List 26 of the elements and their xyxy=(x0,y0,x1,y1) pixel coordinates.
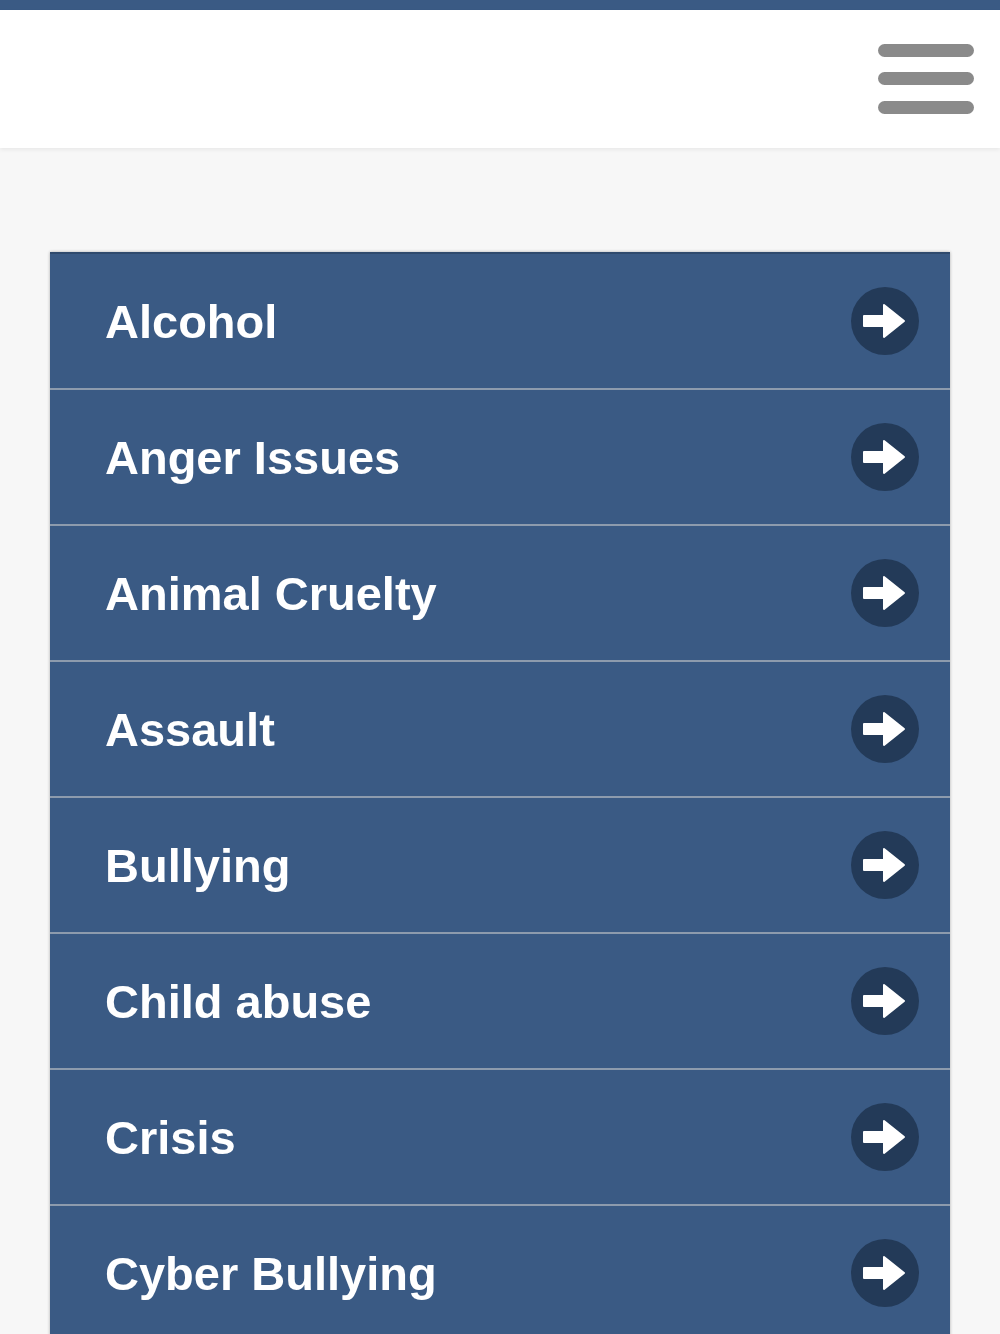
menu-button[interactable] xyxy=(878,44,974,114)
arrow-right-icon xyxy=(850,422,920,492)
topic-item[interactable]: Child abuse xyxy=(50,934,950,1070)
topic-label: Assault xyxy=(105,701,275,757)
topic-item[interactable]: Assault xyxy=(50,662,950,798)
topic-item[interactable]: Alcohol xyxy=(50,254,950,390)
topic-item[interactable]: Animal Cruelty xyxy=(50,526,950,662)
topic-label: Child abuse xyxy=(105,973,372,1029)
topic-label: Animal Cruelty xyxy=(105,565,437,621)
menu-icon xyxy=(878,44,974,114)
arrow-right-icon xyxy=(850,1238,920,1308)
topic-item[interactable]: Crisis xyxy=(50,1070,950,1206)
topic-item[interactable]: Bullying xyxy=(50,798,950,934)
topic-label: Alcohol xyxy=(105,293,278,349)
topic-label: Cyber Bullying xyxy=(105,1245,437,1301)
topic-item[interactable]: Cyber Bullying xyxy=(50,1206,950,1334)
topic-label: Crisis xyxy=(105,1109,236,1165)
arrow-right-icon xyxy=(850,286,920,356)
arrow-right-icon xyxy=(850,558,920,628)
arrow-right-icon xyxy=(850,694,920,764)
arrow-right-icon xyxy=(850,966,920,1036)
arrow-right-icon xyxy=(850,1102,920,1172)
topic-item[interactable]: Anger Issues xyxy=(50,390,950,526)
arrow-right-icon xyxy=(850,830,920,900)
topic-label: Anger Issues xyxy=(105,429,401,485)
topic-label: Bullying xyxy=(105,837,291,893)
